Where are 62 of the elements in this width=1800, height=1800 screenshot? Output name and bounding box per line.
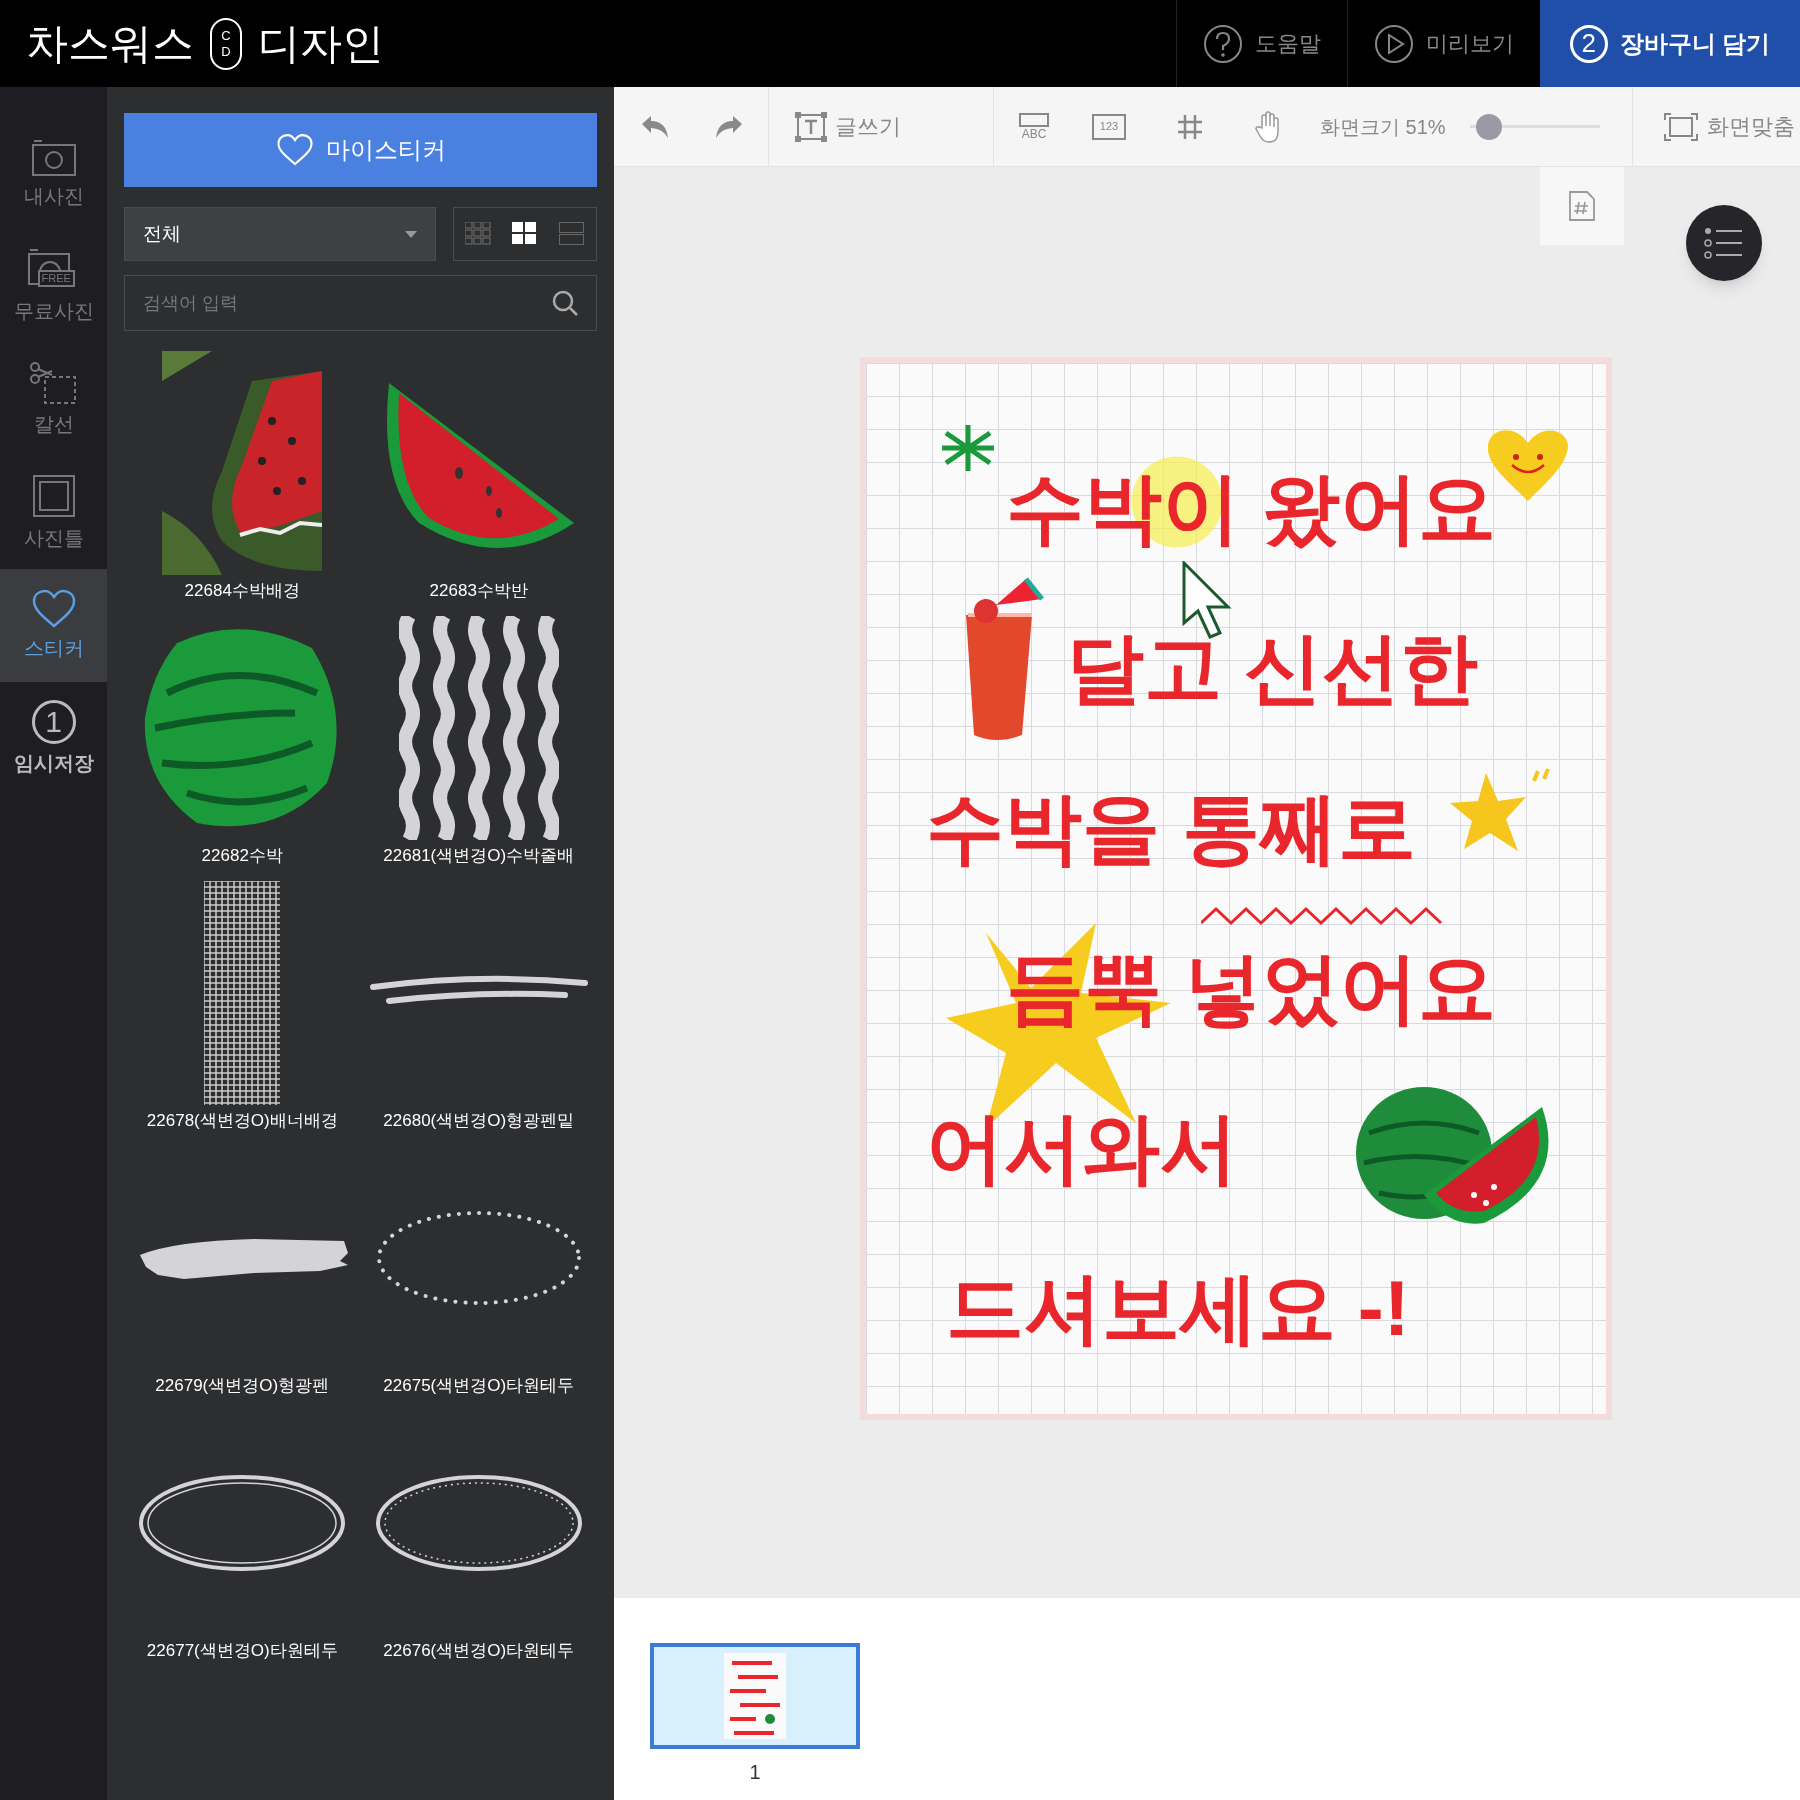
sticker-label: 22680(색변경O)형광펜밑	[383, 1110, 575, 1132]
search-field[interactable]: 검색어 입력	[124, 275, 597, 331]
grid-icon[interactable]	[1176, 112, 1204, 141]
poster-text: 어서와서	[926, 1103, 1238, 1194]
sticker-label: 22677(색변경O)타원테두	[146, 1640, 338, 1662]
step-number: 1	[31, 699, 76, 744]
my-sticker-button[interactable]: 마이스티커	[124, 113, 597, 187]
logo-text: 차스워스	[26, 19, 194, 69]
zoom-label: 화면크기 51%	[1320, 114, 1446, 140]
frame-icon	[30, 472, 77, 519]
poster-text: 드셔보세요 -!	[946, 1263, 1410, 1354]
page-thumbnail[interactable]	[650, 1643, 860, 1749]
sticker-label: 22683수박반	[429, 580, 528, 602]
document-hash-icon	[1568, 190, 1596, 222]
free-badge: FREE	[37, 269, 75, 287]
wavy-stripes-thumbnail[interactable]	[398, 616, 559, 840]
small-view-icon[interactable]	[464, 222, 491, 246]
nav-item[interactable]: 1 임시저장	[0, 682, 107, 795]
logo-text: 디자인	[258, 19, 384, 69]
page-number-button[interactable]	[1540, 167, 1624, 245]
write-text-button[interactable]: 글쓰기	[795, 110, 901, 143]
fit-screen-icon	[1662, 111, 1699, 142]
list-icon	[1704, 226, 1744, 260]
sticker-label: 22678(색변경O)배너배경	[146, 1110, 338, 1132]
zoom-slider-thumb[interactable]	[1476, 113, 1503, 140]
zoom-slider[interactable]	[1469, 112, 1600, 141]
logo-badge: C D	[210, 17, 242, 70]
dropdown-caret-icon	[405, 230, 417, 238]
sticker-label: 22676(색변경O)타원테두	[383, 1640, 575, 1662]
nav-item[interactable]: 사진틀	[0, 456, 107, 569]
text-frame-button[interactable]: ABC	[1016, 112, 1052, 141]
double-ellipse-thumbnail[interactable]	[137, 1473, 348, 1573]
nav-item[interactable]: 스티커	[0, 569, 107, 682]
help-icon	[1203, 23, 1243, 64]
category-dropdown[interactable]: 전체	[124, 207, 436, 261]
number-frame-button[interactable]: 123	[1092, 113, 1126, 140]
sticker-label: 22684수박배경	[184, 580, 300, 602]
grid-pattern-thumbnail[interactable]	[204, 881, 281, 1105]
sticker-label: 22682수박	[201, 845, 283, 867]
nav-item[interactable]: 칼선	[0, 343, 107, 456]
cart-button[interactable]: 2 장바구니 담기	[1540, 0, 1800, 87]
nav-item[interactable]: 내사진	[0, 117, 107, 230]
text-box-icon	[795, 111, 827, 142]
step-number: 2	[1569, 24, 1608, 63]
watermelon-pattern-thumbnail[interactable]	[162, 351, 323, 575]
page-number: 1	[749, 1760, 761, 1785]
sticker-label: 22675(색변경O)타원테두	[383, 1375, 575, 1397]
search-icon[interactable]	[551, 289, 579, 317]
poster-text: 수박을 통째로	[926, 783, 1416, 874]
heart-icon	[30, 588, 77, 629]
list-view-icon[interactable]	[559, 222, 586, 246]
fit-screen-button[interactable]: 화면맞춤	[1662, 110, 1795, 143]
sticker-label: 22679(색변경O)형광펜	[155, 1375, 330, 1397]
medium-view-icon[interactable]	[512, 222, 538, 246]
nav-item[interactable]: FREE 무료사진	[0, 230, 107, 343]
double-ellipse-thumbnail[interactable]	[373, 1473, 584, 1573]
play-icon	[1374, 23, 1414, 64]
heart-icon	[275, 133, 314, 167]
layer-list-button[interactable]	[1686, 205, 1762, 281]
sticker-label: 22681(색변경O)수박줄배	[383, 845, 575, 867]
poster-text: 달고 신선한	[1066, 623, 1478, 714]
scissors-icon	[28, 360, 79, 405]
